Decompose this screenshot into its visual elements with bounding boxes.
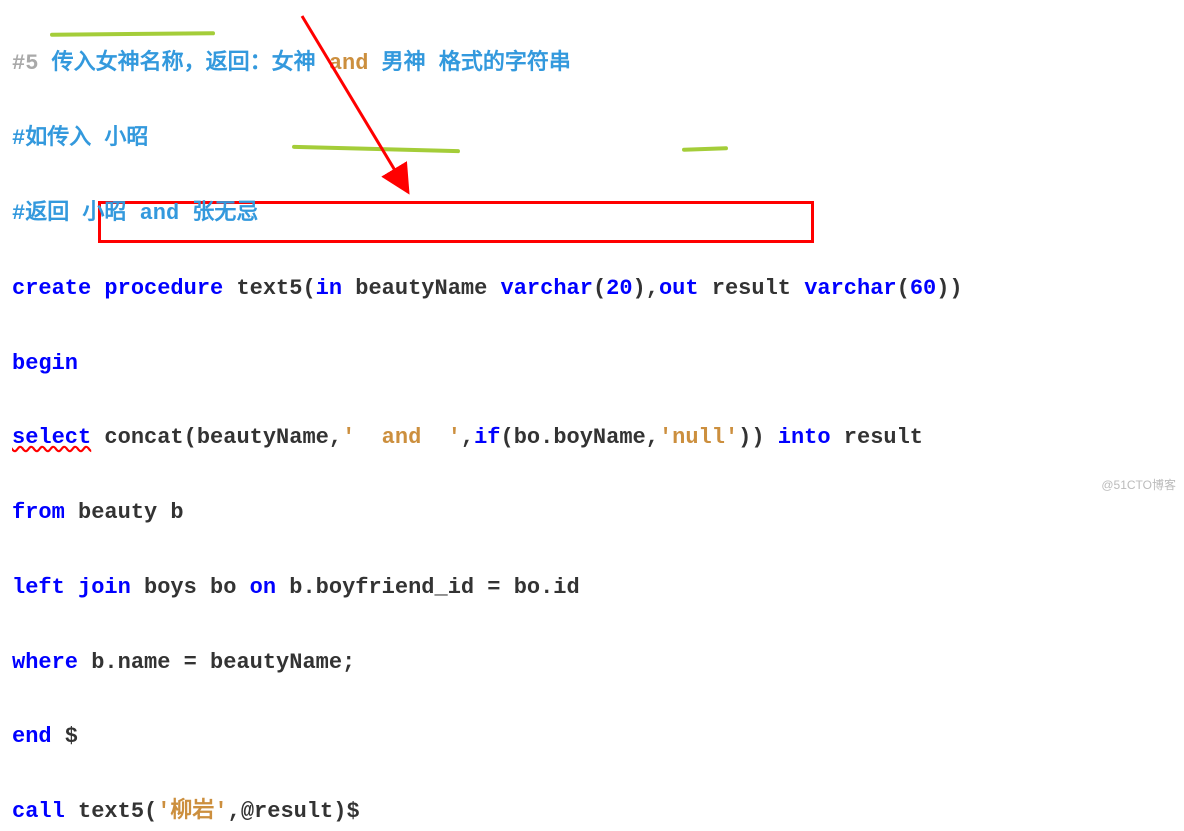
comma: , (329, 425, 342, 450)
code-line-8: left join boys bo on b.boyfriend_id = bo… (12, 531, 1172, 606)
num-60: 60 (910, 276, 936, 301)
kw-where: where (12, 650, 78, 675)
paren: ( (501, 425, 514, 450)
str-null: 'null' (659, 425, 738, 450)
comment-text: #返回 小昭 and 张无忌 (12, 201, 258, 226)
kw-call: call (12, 799, 65, 824)
call-text5: text5( (65, 799, 157, 824)
code-line-1: #5 传入女神名称，返回：女神 and 男神 格式的字符串 (12, 8, 1172, 83)
code-line-10: end $ (12, 681, 1172, 756)
paren: ( (184, 425, 197, 450)
paren: ), (633, 276, 659, 301)
kw-join: join (65, 575, 131, 600)
code-line-4: create procedure text5(in beautyName var… (12, 232, 1172, 307)
kw-procedure: procedure (91, 276, 223, 301)
kw-into: into (778, 425, 831, 450)
code-line-9: where b.name = beautyName; (12, 606, 1172, 681)
code-line-2: #如传入 小昭 (12, 83, 1172, 158)
paren: ( (302, 276, 315, 301)
tbl-boys: boys bo (131, 575, 250, 600)
expr-boyname: bo.boyName, (514, 425, 659, 450)
ident-beautyName: beautyName (342, 276, 500, 301)
call-rest: ,@result)$ (228, 799, 360, 824)
ident-result: result (831, 425, 923, 450)
kw-create: create (12, 276, 91, 301)
kw-on: on (250, 575, 276, 600)
num-20: 20 (606, 276, 632, 301)
kw-varchar: varchar (804, 276, 896, 301)
tbl-beauty: beauty b (65, 500, 184, 525)
code-line-7: from beauty b (12, 457, 1172, 532)
paren: ( (897, 276, 910, 301)
str-liuyan: '柳岩' (157, 799, 227, 824)
delim: $ (52, 724, 78, 749)
ident-beautyName: beautyName (197, 425, 329, 450)
comma: , (461, 425, 474, 450)
fn-concat: concat (104, 425, 183, 450)
comment-hash: #5 (12, 51, 38, 76)
paren: )) (738, 425, 764, 450)
kw-in: in (316, 276, 342, 301)
and-word: and (329, 51, 369, 76)
kw-end: end (12, 724, 52, 749)
kw-begin: begin (12, 351, 78, 376)
on-cond: b.boyfriend_id = bo.id (276, 575, 580, 600)
str-and: ' and ' (342, 425, 461, 450)
comment-text: 男神 格式的字符串 (368, 51, 570, 76)
kw-left: left (12, 575, 65, 600)
comment-text: #如传入 小昭 (12, 126, 148, 151)
code-line-6: select concat(beautyName,' and ',if(bo.b… (12, 382, 1172, 457)
where-cond: b.name = beautyName; (78, 650, 355, 675)
code-line-5: begin (12, 307, 1172, 382)
kw-select: select (12, 425, 91, 450)
code-line-3: #返回 小昭 and 张无忌 (12, 158, 1172, 233)
paren: )) (936, 276, 962, 301)
kw-from: from (12, 500, 65, 525)
kw-out: out (659, 276, 699, 301)
kw-if: if (474, 425, 500, 450)
ident-text5: text5 (223, 276, 302, 301)
ident-result: result (699, 276, 805, 301)
code-line-11: call text5('柳岩',@result)$ (12, 756, 1172, 831)
comment-text: 传入女神名称，返回：女神 (38, 51, 328, 76)
watermark: @51CTO博客 (1101, 475, 1176, 495)
paren: ( (593, 276, 606, 301)
kw-varchar: varchar (501, 276, 593, 301)
